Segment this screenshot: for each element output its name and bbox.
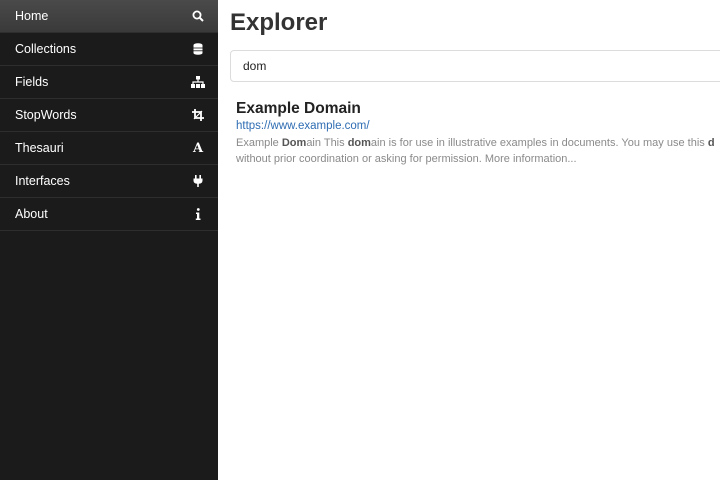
sidebar-item-collections[interactable]: Collections xyxy=(0,33,218,66)
snippet-text: ain is for use in illustrative examples … xyxy=(370,137,708,149)
snippet-highlight: dom xyxy=(347,137,371,149)
sidebar-item-interfaces[interactable]: Interfaces xyxy=(0,165,218,198)
snippet-text: ain This xyxy=(306,137,348,149)
sidebar: Home Collections Fields StopWords Thesau… xyxy=(0,0,218,480)
sidebar-item-home[interactable]: Home xyxy=(0,0,218,33)
database-icon xyxy=(190,41,206,57)
sidebar-item-fields[interactable]: Fields xyxy=(0,66,218,99)
snippet-line: Example Domain This domain is for use in… xyxy=(236,135,720,151)
snippet-highlight: d xyxy=(707,137,715,149)
sidebar-item-label: About xyxy=(15,207,48,221)
result-title[interactable]: Example Domain xyxy=(236,99,720,118)
result-url-link[interactable]: https://www.example.com/ xyxy=(236,119,720,134)
search-input[interactable] xyxy=(230,50,720,82)
crop-icon xyxy=(190,107,206,123)
sidebar-item-label: Thesauri xyxy=(15,141,64,155)
sidebar-item-label: Home xyxy=(15,9,49,23)
font-icon: A xyxy=(192,140,204,156)
search-result: Example Domain https://www.example.com/ … xyxy=(236,99,720,167)
sidebar-item-about[interactable]: About xyxy=(0,198,218,231)
sidebar-item-label: StopWords xyxy=(15,108,77,122)
search-icon xyxy=(190,8,206,24)
sitemap-icon xyxy=(190,74,206,90)
info-icon xyxy=(190,206,206,222)
sidebar-item-label: Fields xyxy=(15,75,49,89)
sidebar-item-label: Collections xyxy=(15,42,77,56)
snippet-highlight: Dom xyxy=(281,137,307,149)
snippet-line: without prior coordination or asking for… xyxy=(236,153,577,165)
sidebar-item-thesauri[interactable]: Thesauri A xyxy=(0,132,218,165)
sidebar-item-label: Interfaces xyxy=(15,174,70,188)
page-title: Explorer xyxy=(230,9,328,36)
main-content: Explorer Example Domain https://www.exam… xyxy=(218,0,720,480)
plug-icon xyxy=(190,173,206,189)
sidebar-item-stopwords[interactable]: StopWords xyxy=(0,99,218,132)
snippet-text: Example xyxy=(236,137,282,149)
result-snippet: Example Domain This domain is for use in… xyxy=(236,135,720,167)
